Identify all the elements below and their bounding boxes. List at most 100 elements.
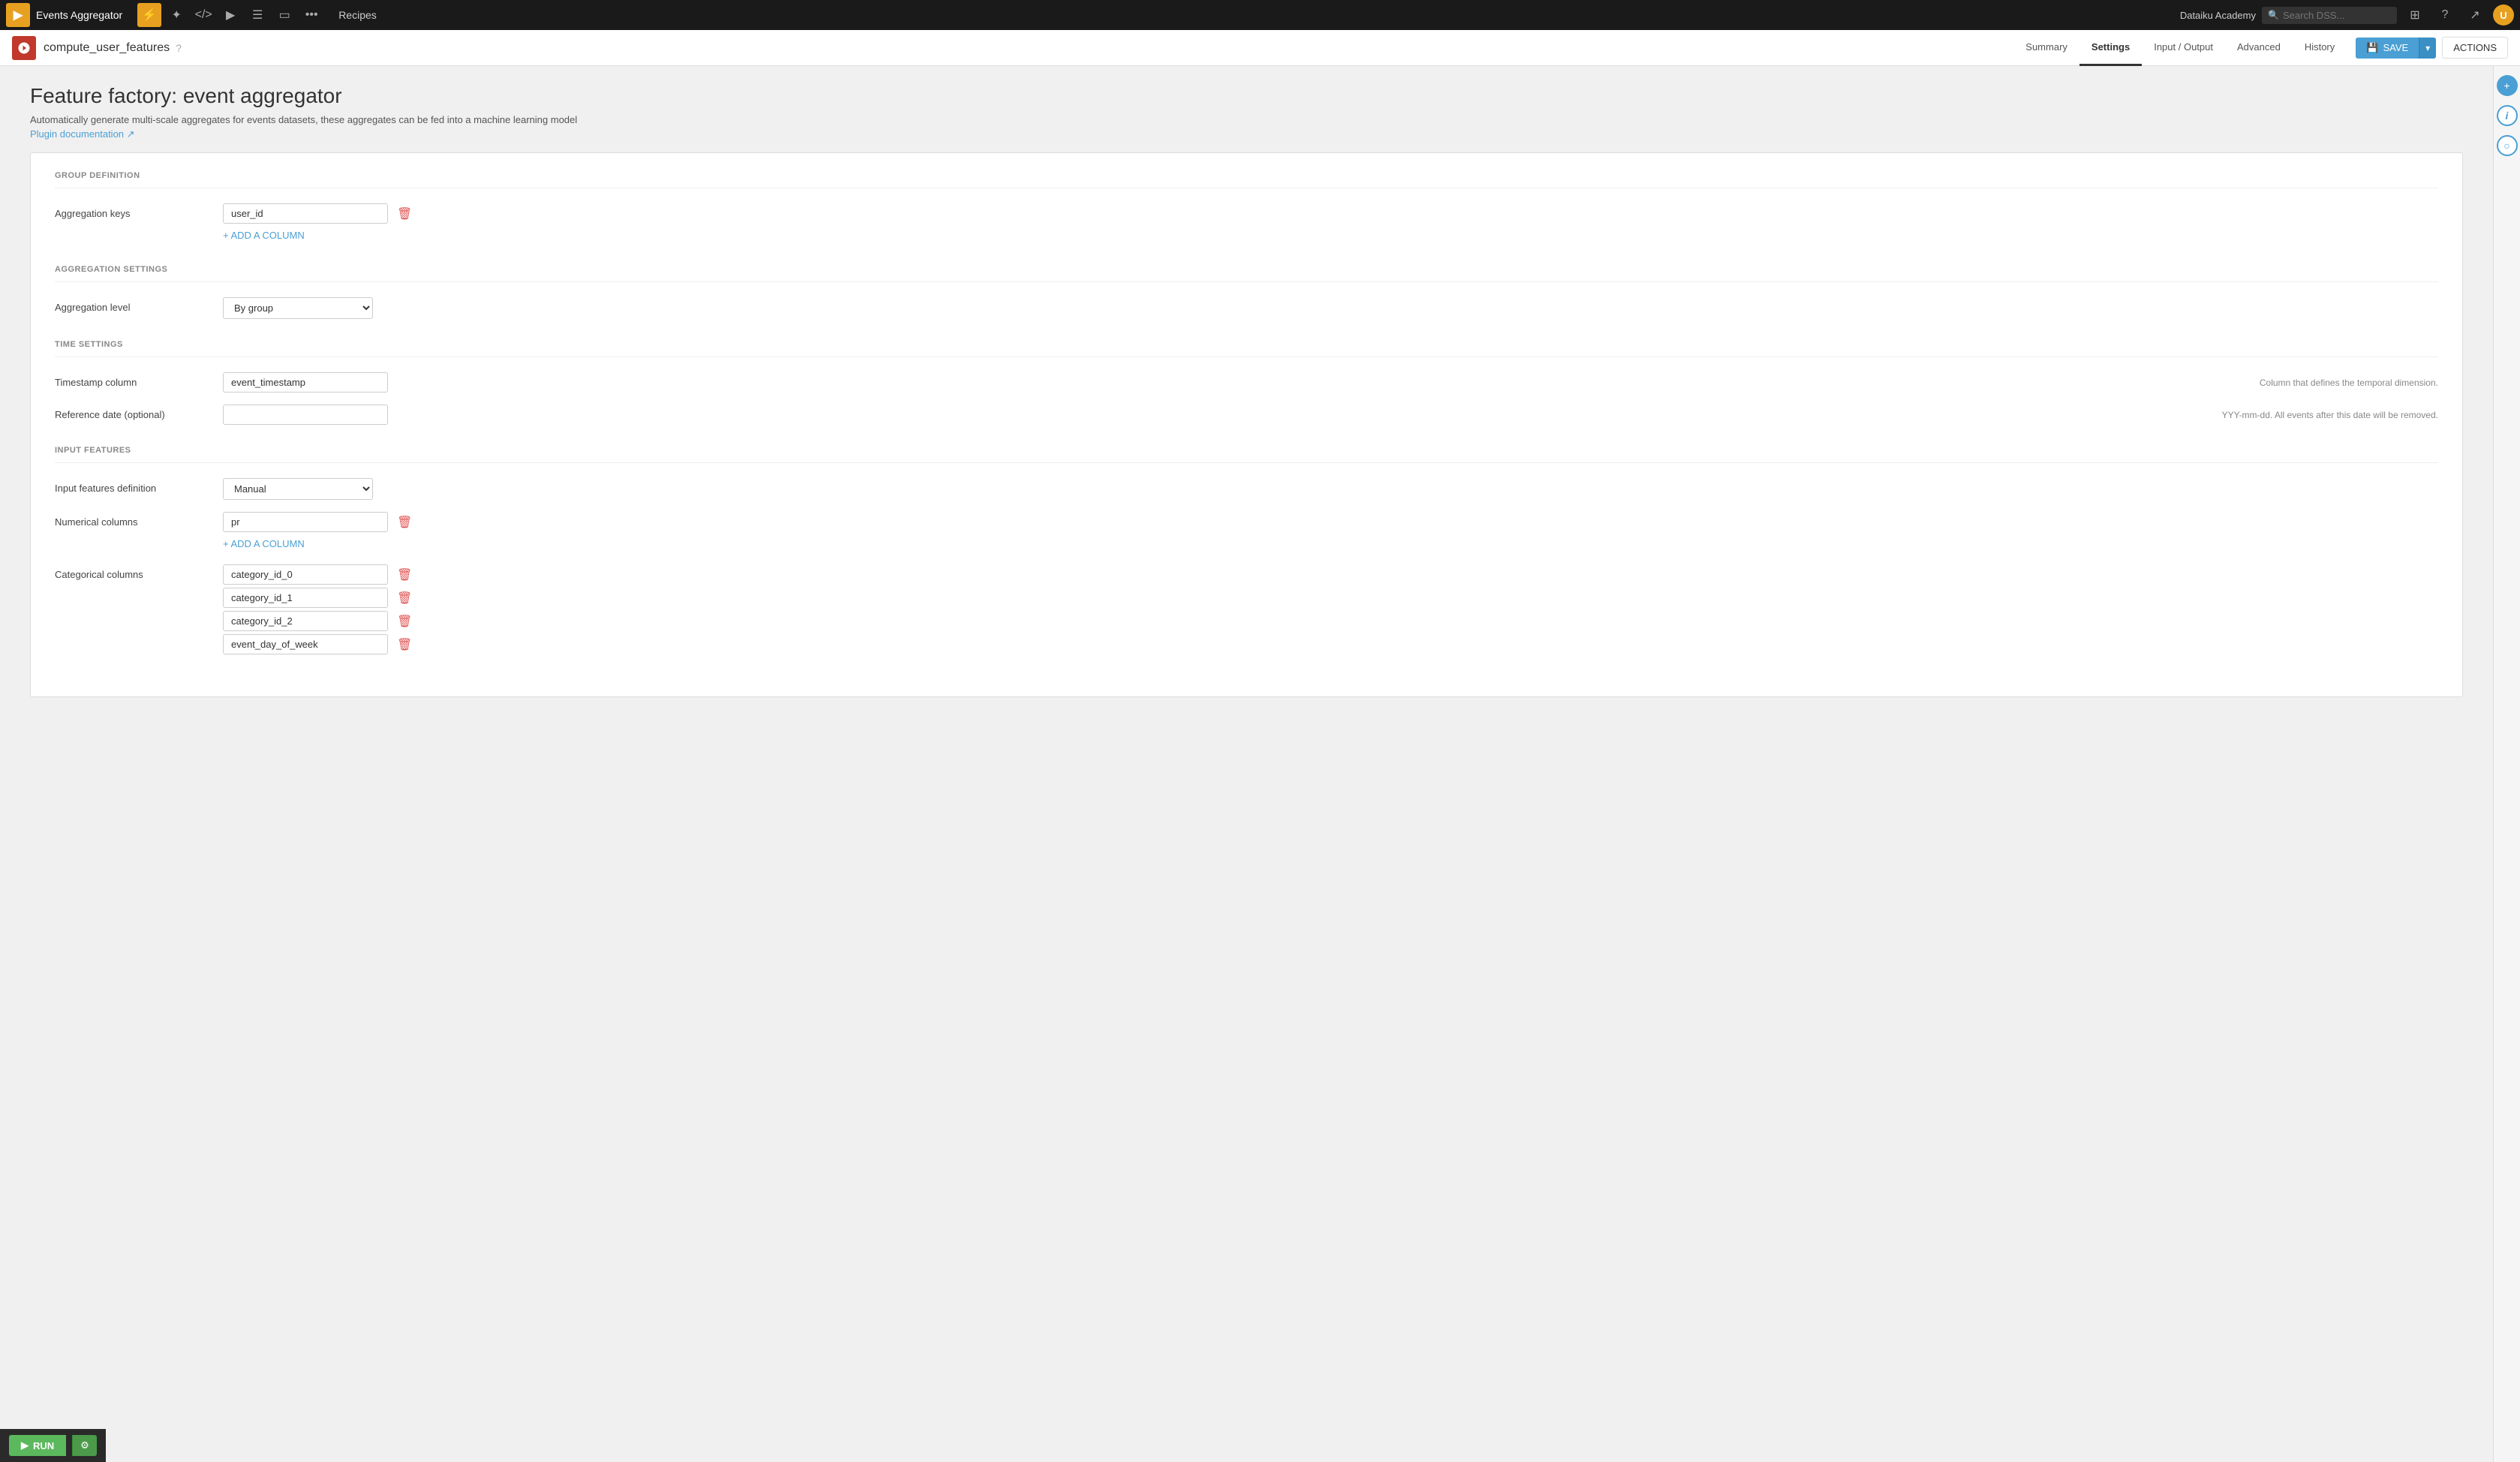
categorical-col-input-0[interactable] xyxy=(223,564,388,585)
search-icon: 🔍 xyxy=(2268,10,2279,20)
input-features-header: INPUT FEATURES xyxy=(55,446,2438,463)
delete-categorical-col-3[interactable]: 🗑 xyxy=(394,637,415,652)
timestamp-help-text: Column that defines the temporal dimensi… xyxy=(2260,372,2438,390)
second-bar: compute_user_features ? Summary Settings… xyxy=(0,30,2520,66)
second-bar-nav: Summary Settings Input / Output Advanced… xyxy=(2013,30,2508,66)
categorical-col-row-3: 🗑 xyxy=(223,634,2438,654)
aggregation-level-row: Aggregation level By group By time windo… xyxy=(55,297,2438,319)
save-button-group: 💾 SAVE ▾ xyxy=(2356,38,2436,59)
aggregation-key-row-0: 🗑 xyxy=(223,203,2438,224)
time-settings-header: TIME SETTINGS xyxy=(55,340,2438,357)
nav-icon-more[interactable]: ••• xyxy=(299,3,323,27)
delete-categorical-col-0[interactable]: 🗑 xyxy=(394,567,415,582)
group-definition-section: GROUP DEFINITION Aggregation keys 🗑 + AD… xyxy=(55,171,2438,244)
categorical-col-row-2: 🗑 xyxy=(223,611,2438,631)
categorical-col-row-1: 🗑 xyxy=(223,588,2438,608)
aggregation-level-select[interactable]: By group By time window Both xyxy=(223,297,373,319)
categorical-col-input-1[interactable] xyxy=(223,588,388,608)
timestamp-column-label: Timestamp column xyxy=(55,372,205,388)
grid-icon[interactable]: ⊞ xyxy=(2403,3,2427,27)
tab-input-output[interactable]: Input / Output xyxy=(2142,30,2225,66)
input-features-section: INPUT FEATURES Input features definition… xyxy=(55,446,2438,657)
categorical-col-row-0: 🗑 xyxy=(223,564,2438,585)
run-button[interactable]: ▶ RUN xyxy=(9,1435,66,1456)
tab-summary[interactable]: Summary xyxy=(2013,30,2079,66)
search-wrapper: 🔍 xyxy=(2262,7,2397,24)
categorical-columns-controls: 🗑 🗑 🗑 🗑 xyxy=(223,564,2438,657)
input-features-def-select[interactable]: Manual Automatic xyxy=(223,478,373,500)
aggregation-keys-controls: 🗑 + ADD A COLUMN xyxy=(223,203,2438,244)
add-numerical-col-button[interactable]: + ADD A COLUMN xyxy=(223,535,305,552)
recipe-help-icon[interactable]: ? xyxy=(176,42,182,54)
sidebar-plus-icon[interactable]: + xyxy=(2497,75,2518,96)
reference-date-help-text: YYY-mm-dd. All events after this date wi… xyxy=(2222,405,2438,422)
timestamp-column-input[interactable] xyxy=(223,372,388,393)
logo-icon: ▶ xyxy=(14,8,23,23)
main-content: Feature factory: event aggregator Automa… xyxy=(0,66,2493,1462)
numerical-columns-label: Numerical columns xyxy=(55,512,205,528)
numerical-col-input-0[interactable] xyxy=(223,512,388,532)
tab-history[interactable]: History xyxy=(2293,30,2347,66)
add-aggregation-key-button[interactable]: + ADD A COLUMN xyxy=(223,227,305,244)
help-icon[interactable]: ? xyxy=(2433,3,2457,27)
save-dropdown-button[interactable]: ▾ xyxy=(2419,38,2436,59)
reference-date-row: Reference date (optional) YYY-mm-dd. All… xyxy=(55,405,2438,425)
input-features-def-row: Input features definition Manual Automat… xyxy=(55,478,2438,500)
delete-numerical-col-0[interactable]: 🗑 xyxy=(394,515,415,530)
nav-icon-run[interactable]: ▶ xyxy=(218,3,242,27)
aggregation-settings-header: AGGREGATION SETTINGS xyxy=(55,265,2438,282)
page-description: Automatically generate multi-scale aggre… xyxy=(30,114,2463,125)
categorical-columns-row: Categorical columns 🗑 🗑 🗑 xyxy=(55,564,2438,657)
tab-settings[interactable]: Settings xyxy=(2079,30,2142,66)
aggregation-key-input-0[interactable] xyxy=(223,203,388,224)
categorical-col-input-2[interactable] xyxy=(223,611,388,631)
top-navigation: ▶ Events Aggregator ⚡ ✦ </> ▶ ☰ ▭ ••• Re… xyxy=(0,0,2520,30)
run-icon: ▶ xyxy=(21,1439,29,1451)
activity-icon[interactable]: ↗ xyxy=(2463,3,2487,27)
timestamp-column-controls xyxy=(223,372,2242,393)
delete-categorical-col-1[interactable]: 🗑 xyxy=(394,591,415,606)
nav-icon-flow[interactable]: ⚡ xyxy=(137,3,161,27)
nav-icon-code[interactable]: </> xyxy=(191,3,215,27)
sidebar-info-icon[interactable]: i xyxy=(2497,105,2518,126)
aggregation-settings-section: AGGREGATION SETTINGS Aggregation level B… xyxy=(55,265,2438,319)
sidebar-circle-icon[interactable]: ○ xyxy=(2497,135,2518,156)
nav-icon-dashboard[interactable]: ▭ xyxy=(272,3,296,27)
run-settings-button[interactable]: ⚙ xyxy=(72,1435,97,1456)
recipe-name: compute_user_features xyxy=(44,41,170,55)
plugin-documentation-link[interactable]: Plugin documentation ↗ xyxy=(30,128,135,140)
top-nav-right: Dataiku Academy 🔍 ⊞ ? ↗ U xyxy=(2180,3,2514,27)
nav-icon-table[interactable]: ☰ xyxy=(245,3,269,27)
reference-date-input[interactable] xyxy=(223,405,388,425)
save-icon: 💾 xyxy=(2366,42,2378,54)
numerical-columns-controls: 🗑 + ADD A COLUMN xyxy=(223,512,2438,552)
user-avatar[interactable]: U xyxy=(2493,5,2514,26)
aggregation-keys-label: Aggregation keys xyxy=(55,203,205,219)
actions-button[interactable]: ACTIONS xyxy=(2442,37,2508,59)
far-right-sidebar: + i ○ xyxy=(2493,66,2520,1462)
save-button[interactable]: 💾 SAVE xyxy=(2356,38,2419,59)
numerical-col-row-0: 🗑 xyxy=(223,512,2438,532)
nav-icon-star[interactable]: ✦ xyxy=(164,3,188,27)
delete-categorical-col-2[interactable]: 🗑 xyxy=(394,614,415,629)
settings-form-card: GROUP DEFINITION Aggregation keys 🗑 + AD… xyxy=(30,152,2463,697)
academy-link[interactable]: Dataiku Academy xyxy=(2180,10,2256,21)
reference-date-controls xyxy=(223,405,2204,425)
tab-advanced[interactable]: Advanced xyxy=(2225,30,2293,66)
delete-aggregation-key-0[interactable]: 🗑 xyxy=(394,206,415,221)
input-features-def-label: Input features definition xyxy=(55,478,205,494)
reference-date-label: Reference date (optional) xyxy=(55,405,205,420)
aggregation-keys-row: Aggregation keys 🗑 + ADD A COLUMN xyxy=(55,203,2438,244)
search-input[interactable] xyxy=(2262,7,2397,24)
recipes-link[interactable]: Recipes xyxy=(332,6,383,24)
aggregation-level-label: Aggregation level xyxy=(55,297,205,313)
app-title: Events Aggregator xyxy=(36,9,122,21)
app-logo[interactable]: ▶ xyxy=(6,3,30,27)
page-title: Feature factory: event aggregator xyxy=(30,84,2463,108)
main-layout: Feature factory: event aggregator Automa… xyxy=(0,66,2520,1462)
bottom-bar: ▶ RUN ⚙ xyxy=(0,1429,106,1462)
top-nav-icons: ⚡ ✦ </> ▶ ☰ ▭ ••• Recipes xyxy=(137,3,383,27)
timestamp-column-row: Timestamp column Column that defines the… xyxy=(55,372,2438,393)
categorical-col-input-3[interactable] xyxy=(223,634,388,654)
recipe-type-icon xyxy=(12,36,36,60)
